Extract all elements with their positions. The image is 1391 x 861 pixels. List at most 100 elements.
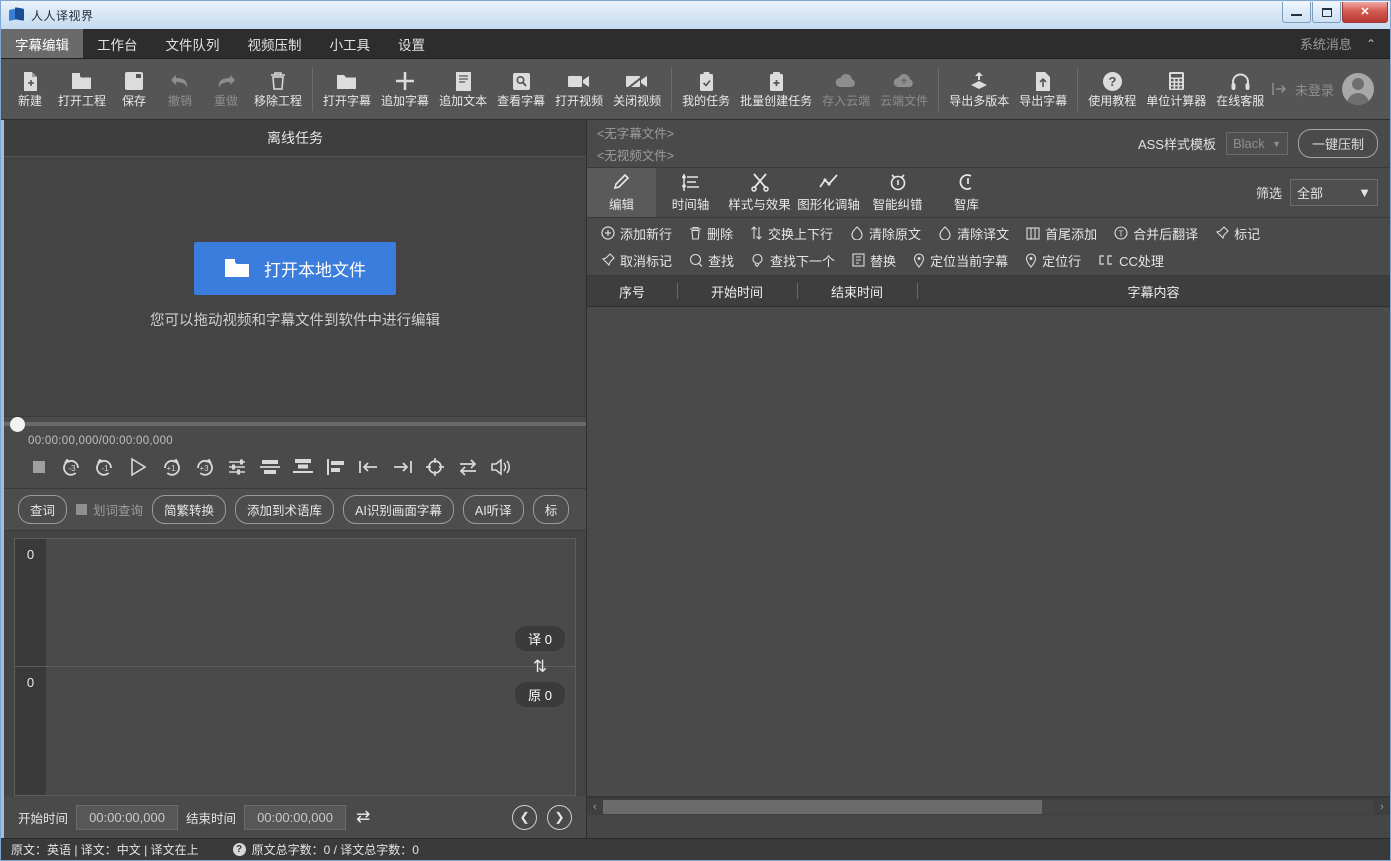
rtab-smart-check[interactable]: 智能纠错 xyxy=(863,168,932,217)
one-click-encode-button[interactable]: 一键压制 xyxy=(1298,129,1378,158)
scrollbar-track[interactable] xyxy=(603,800,1374,814)
toolbar-cloud-files[interactable]: 云端文件 xyxy=(875,61,933,117)
action-find-next[interactable]: 查找下一个 xyxy=(745,249,841,272)
action-merge-translate[interactable]: T合并后翻译 xyxy=(1108,222,1204,245)
action-replace[interactable]: 替换 xyxy=(846,249,902,272)
toolbar-batch-create-task[interactable]: 批量创建任务 xyxy=(735,61,817,117)
align-bottom-icon[interactable] xyxy=(290,454,316,480)
action-mark[interactable]: 标记 xyxy=(1209,222,1266,245)
action-locate-current-subtitle[interactable]: 定位当前字幕 xyxy=(907,249,1014,272)
toolbar-save[interactable]: 保存 xyxy=(111,61,157,117)
rewind-1-icon[interactable]: -1 xyxy=(92,454,118,480)
toolbar-my-tasks[interactable]: 我的任务 xyxy=(677,61,735,117)
tab-workbench[interactable]: 工作台 xyxy=(83,29,152,58)
play-triangle-icon[interactable] xyxy=(125,454,151,480)
ai-transcribe-button[interactable]: AI听译 xyxy=(463,495,524,524)
horizontal-scrollbar[interactable]: ‹ › xyxy=(587,797,1390,815)
rtab-edit[interactable]: 编辑 xyxy=(587,168,656,217)
more-tools-button[interactable]: 标 xyxy=(533,495,570,524)
mark-in-icon[interactable] xyxy=(356,454,382,480)
tab-video-encode[interactable]: 视频压制 xyxy=(234,29,316,58)
filter-select[interactable]: 全部 ▼ xyxy=(1290,179,1378,206)
toolbar-save-to-cloud[interactable]: 存入云端 xyxy=(817,61,875,117)
ai-recognize-onscreen-subtitle-button[interactable]: AI识别画面字幕 xyxy=(343,495,454,524)
scrollbar-thumb[interactable] xyxy=(603,800,1042,814)
rtab-knowledge-base[interactable]: 智库 xyxy=(932,168,1001,217)
chevron-up-icon[interactable]: ⌃ xyxy=(1366,37,1376,51)
action-unmark[interactable]: 取消标记 xyxy=(595,249,678,272)
toolbar-open-project[interactable]: 打开工程 xyxy=(53,61,111,117)
toolbar-export-subtitle[interactable]: 导出字幕 xyxy=(1014,61,1072,117)
action-add-new-line[interactable]: 添加新行 xyxy=(595,222,678,245)
scroll-right-arrow-icon[interactable]: › xyxy=(1374,801,1390,813)
crosshair-icon[interactable] xyxy=(422,454,448,480)
rtab-graphic-adjust[interactable]: 图形化调轴 xyxy=(794,168,863,217)
swap-arrows-icon[interactable] xyxy=(455,454,481,480)
toolbar-append-subtitle[interactable]: 追加字幕 xyxy=(376,61,434,117)
end-time-input[interactable] xyxy=(244,805,346,830)
toolbar-close-video[interactable]: 关闭视频 xyxy=(608,61,666,117)
system-message-label[interactable]: 系统消息 xyxy=(1300,34,1352,53)
stop-square-icon[interactable] xyxy=(26,454,52,480)
toolbar-open-video[interactable]: 打开视频 xyxy=(550,61,608,117)
action-locate-line[interactable]: 定位行 xyxy=(1019,249,1087,272)
toolbar-unit-calculator[interactable]: 单位计算器 xyxy=(1141,61,1211,117)
column-header-start-time[interactable]: 开始时间 xyxy=(677,276,797,306)
rtab-timeline[interactable]: 时间轴 xyxy=(656,168,725,217)
toolbar-new[interactable]: 新建 xyxy=(7,61,53,117)
seek-handle[interactable] xyxy=(10,417,25,432)
swap-horizontal-icon[interactable]: ⇄ xyxy=(356,807,370,827)
minimize-button[interactable] xyxy=(1282,2,1311,23)
subtitle-table-body[interactable] xyxy=(587,307,1390,797)
action-find[interactable]: 查找 xyxy=(683,249,740,272)
swap-vertical-icon[interactable]: ⇅ xyxy=(533,658,547,675)
tab-tools[interactable]: 小工具 xyxy=(316,29,385,58)
toolbar-append-text[interactable]: 追加文本 xyxy=(434,61,492,117)
close-button[interactable]: ✕ xyxy=(1342,2,1388,23)
column-header-content[interactable]: 字幕内容 xyxy=(917,276,1390,306)
start-time-input[interactable] xyxy=(76,805,178,830)
align-left-icon[interactable] xyxy=(323,454,349,480)
maximize-button[interactable] xyxy=(1312,2,1341,23)
action-add-head-tail[interactable]: 首尾添加 xyxy=(1020,222,1103,245)
translation-text-input[interactable] xyxy=(46,539,575,667)
column-header-end-time[interactable]: 结束时间 xyxy=(797,276,917,306)
toolbar-undo[interactable]: 撤销 xyxy=(157,61,203,117)
question-mark-icon[interactable]: ? xyxy=(233,843,246,856)
login-status-label[interactable]: 未登录 xyxy=(1295,80,1334,99)
toolbar-tutorial[interactable]: ? 使用教程 xyxy=(1083,61,1141,117)
original-count-tag[interactable]: 原 0 xyxy=(515,682,565,707)
seek-track[interactable] xyxy=(4,422,586,426)
mark-out-icon[interactable] xyxy=(389,454,415,480)
tab-settings[interactable]: 设置 xyxy=(384,29,439,58)
translation-count-tag[interactable]: 译 0 xyxy=(515,626,565,651)
rtab-style-effects[interactable]: 样式与效果 xyxy=(725,168,794,217)
toolbar-online-support[interactable]: 在线客服 xyxy=(1211,61,1269,117)
action-clear-translation[interactable]: 清除译文 xyxy=(932,222,1015,245)
toolbar-open-subtitle[interactable]: 打开字幕 xyxy=(318,61,376,117)
open-local-file-button[interactable]: 打开本地文件 xyxy=(194,242,396,295)
toolbar-export-multi-version[interactable]: 导出多版本 xyxy=(944,61,1014,117)
action-delete[interactable]: 删除 xyxy=(683,222,739,245)
video-drop-area[interactable]: 打开本地文件 您可以拖动视频和字幕文件到软件中进行编辑 xyxy=(4,157,586,416)
sliders-icon[interactable] xyxy=(224,454,250,480)
rewind-3-icon[interactable]: -3 xyxy=(59,454,85,480)
toolbar-redo[interactable]: 重做 xyxy=(203,61,249,117)
action-swap-lines[interactable]: 交换上下行 xyxy=(744,222,839,245)
scroll-left-arrow-icon[interactable]: ‹ xyxy=(587,801,603,813)
tab-file-queue[interactable]: 文件队列 xyxy=(152,29,234,58)
align-middle-icon[interactable] xyxy=(257,454,283,480)
lookup-word-button[interactable]: 查词 xyxy=(18,495,67,524)
tab-subtitle-edit[interactable]: 字幕编辑 xyxy=(1,29,83,58)
add-to-glossary-button[interactable]: 添加到术语库 xyxy=(235,495,334,524)
toolbar-remove-project[interactable]: 移除工程 xyxy=(249,61,307,117)
toolbar-view-subtitle[interactable]: 查看字幕 xyxy=(492,61,550,117)
previous-subtitle-button[interactable]: ❮ xyxy=(512,805,537,830)
speaker-icon[interactable] xyxy=(488,454,514,480)
column-header-index[interactable]: 序号 xyxy=(587,276,677,306)
next-subtitle-button[interactable]: ❯ xyxy=(547,805,572,830)
select-lookup-checkbox[interactable]: 划词查询 xyxy=(76,500,143,519)
ass-template-select[interactable]: Black ▼ xyxy=(1226,132,1288,155)
forward-3-icon[interactable]: +3 xyxy=(191,454,217,480)
action-clear-original[interactable]: 清除原文 xyxy=(844,222,927,245)
